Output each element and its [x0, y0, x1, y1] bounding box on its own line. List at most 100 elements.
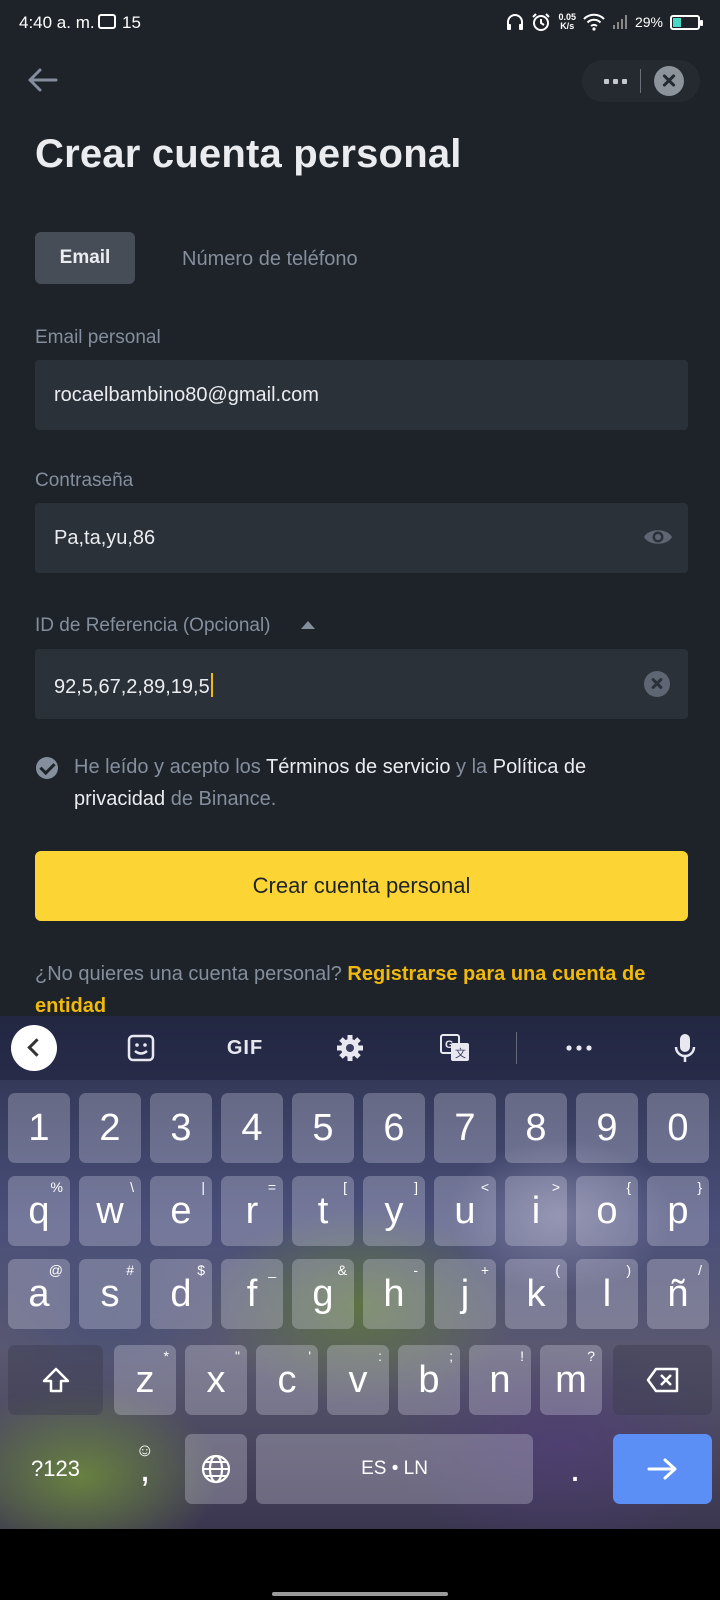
page-title: Crear cuenta personal — [35, 132, 462, 176]
symbols-key[interactable]: ?123 — [8, 1434, 103, 1504]
key-q[interactable]: q% — [8, 1176, 70, 1246]
password-field[interactable]: Pa,ta,yu,86 — [35, 503, 688, 573]
gif-button[interactable]: GIF — [222, 1026, 268, 1070]
referral-label[interactable]: ID de Referencia (Opcional) — [35, 615, 271, 637]
key-z[interactable]: z * — [114, 1345, 176, 1415]
key-6[interactable]: 6 — [363, 1093, 425, 1163]
status-time: 4:40 a. m. — [19, 13, 95, 32]
status-icons: 0.05 K/s 29% — [506, 12, 703, 32]
capsule-divider — [640, 69, 641, 93]
key-v[interactable]: v: — [327, 1345, 389, 1415]
headphones-icon — [507, 14, 524, 30]
space-key[interactable]: ES • LN — [256, 1434, 533, 1504]
system-navigation-bar — [0, 1529, 720, 1600]
key-n-tilde[interactable]: ñ / — [647, 1259, 709, 1329]
svg-text:G: G — [445, 1039, 454, 1051]
referral-field[interactable]: 92,5,67,2,89,19,5 — [35, 649, 688, 719]
key-4[interactable]: 4 — [221, 1093, 283, 1163]
sticker-icon[interactable] — [118, 1026, 164, 1070]
key-w[interactable]: w \ — [79, 1176, 141, 1246]
key-x[interactable]: x " — [185, 1345, 247, 1415]
wifi-icon — [583, 13, 605, 31]
globe-icon — [201, 1454, 231, 1484]
shift-key[interactable] — [8, 1345, 103, 1415]
miniapp-capsule — [582, 60, 700, 102]
key-s[interactable]: s # — [79, 1259, 141, 1329]
key-r[interactable]: r = — [221, 1176, 283, 1246]
email-label: Email personal — [35, 327, 161, 348]
key-p[interactable]: p} — [647, 1176, 709, 1246]
arrow-right-icon — [647, 1458, 676, 1480]
key-i[interactable]: i > — [505, 1176, 567, 1246]
eye-icon[interactable] — [642, 525, 674, 549]
key-u[interactable]: u < — [434, 1176, 496, 1246]
back-button[interactable] — [22, 62, 62, 98]
key-k[interactable]: k( — [505, 1259, 567, 1329]
keyboard: GIF G文 1 2 3 4 5 6 7 8 9 0 q% w \ e | r = t… — [0, 1016, 720, 1529]
text-cursor — [210, 673, 213, 697]
key-2[interactable]: 2 — [79, 1093, 141, 1163]
key-5[interactable]: 5 — [292, 1093, 354, 1163]
create-account-button[interactable]: Crear cuenta personal — [35, 851, 688, 921]
key-d[interactable]: d $ — [150, 1259, 212, 1329]
shift-icon — [42, 1367, 69, 1393]
more-options-button[interactable] — [596, 67, 634, 95]
terms-text: He leído y acepto los Términos de servic… — [74, 756, 587, 810]
tab-email[interactable]: Email — [35, 232, 135, 284]
close-button[interactable] — [654, 66, 684, 96]
key-1[interactable]: 1 — [8, 1093, 70, 1163]
key-g[interactable]: g & — [292, 1259, 354, 1329]
collapse-arrow-icon[interactable] — [301, 621, 315, 629]
battery-icon — [670, 14, 703, 30]
key-a[interactable]: a @ — [8, 1259, 70, 1329]
key-b[interactable]: b; — [398, 1345, 460, 1415]
network-speed: 0.05 K/s — [558, 12, 576, 31]
referral-value: 92,5,67,2,89,19,5 — [54, 673, 213, 699]
emoji-icon: ☺ — [135, 1440, 154, 1460]
entity-account-prompt: ¿No quieres una cuenta personal? Registr… — [35, 963, 646, 1017]
language-key[interactable] — [185, 1434, 247, 1504]
key-e[interactable]: e | — [150, 1176, 212, 1246]
message-notification-icon — [98, 14, 116, 29]
keyboard-toolbar: GIF G文 — [0, 1016, 720, 1080]
terms-of-service-link[interactable]: Términos de servicio — [266, 756, 451, 778]
clear-input-icon[interactable] — [644, 671, 670, 697]
key-7[interactable]: 7 — [434, 1093, 496, 1163]
comma-key[interactable]: , ☺ — [114, 1434, 176, 1504]
home-gesture-handle[interactable] — [272, 1592, 448, 1596]
key-y[interactable]: y] — [363, 1176, 425, 1246]
more-icon[interactable] — [556, 1026, 602, 1070]
key-f[interactable]: f _ — [221, 1259, 283, 1329]
key-o[interactable]: o{ — [576, 1176, 638, 1246]
svg-text:文: 文 — [455, 1046, 466, 1060]
password-label: Contraseña — [35, 470, 134, 491]
email-field[interactable]: rocaelbambino80@gmail.com — [35, 360, 688, 430]
email-value: rocaelbambino80@gmail.com — [54, 384, 319, 406]
enter-key[interactable] — [613, 1434, 712, 1504]
signal-icon — [612, 15, 627, 29]
key-h[interactable]: h- — [363, 1259, 425, 1329]
key-n[interactable]: n! — [469, 1345, 531, 1415]
key-l[interactable]: l) — [576, 1259, 638, 1329]
key-9[interactable]: 9 — [576, 1093, 638, 1163]
backspace-key[interactable] — [613, 1345, 712, 1415]
tab-phone[interactable]: Número de teléfono — [182, 248, 358, 271]
key-j[interactable]: j + — [434, 1259, 496, 1329]
key-t[interactable]: t[ — [292, 1176, 354, 1246]
key-3[interactable]: 3 — [150, 1093, 212, 1163]
backspace-icon — [646, 1367, 678, 1393]
gear-icon[interactable] — [327, 1026, 373, 1070]
status-bar: 4:40 a. m. 15 0.05 K/s 29% — [0, 0, 720, 48]
key-m[interactable]: m? — [540, 1345, 602, 1415]
translate-icon[interactable]: G文 — [432, 1026, 478, 1070]
keyboard-collapse-button[interactable] — [11, 1025, 57, 1071]
terms-checkbox[interactable] — [36, 757, 58, 779]
key-c[interactable]: c ' — [256, 1345, 318, 1415]
battery-percent: 29% — [634, 14, 663, 30]
period-key[interactable]: . — [544, 1434, 606, 1504]
microphone-icon[interactable] — [662, 1026, 708, 1070]
key-0[interactable]: 0 — [647, 1093, 709, 1163]
notification-count: 15 — [122, 13, 141, 32]
key-8[interactable]: 8 — [505, 1093, 567, 1163]
arrow-left-icon — [28, 68, 58, 92]
